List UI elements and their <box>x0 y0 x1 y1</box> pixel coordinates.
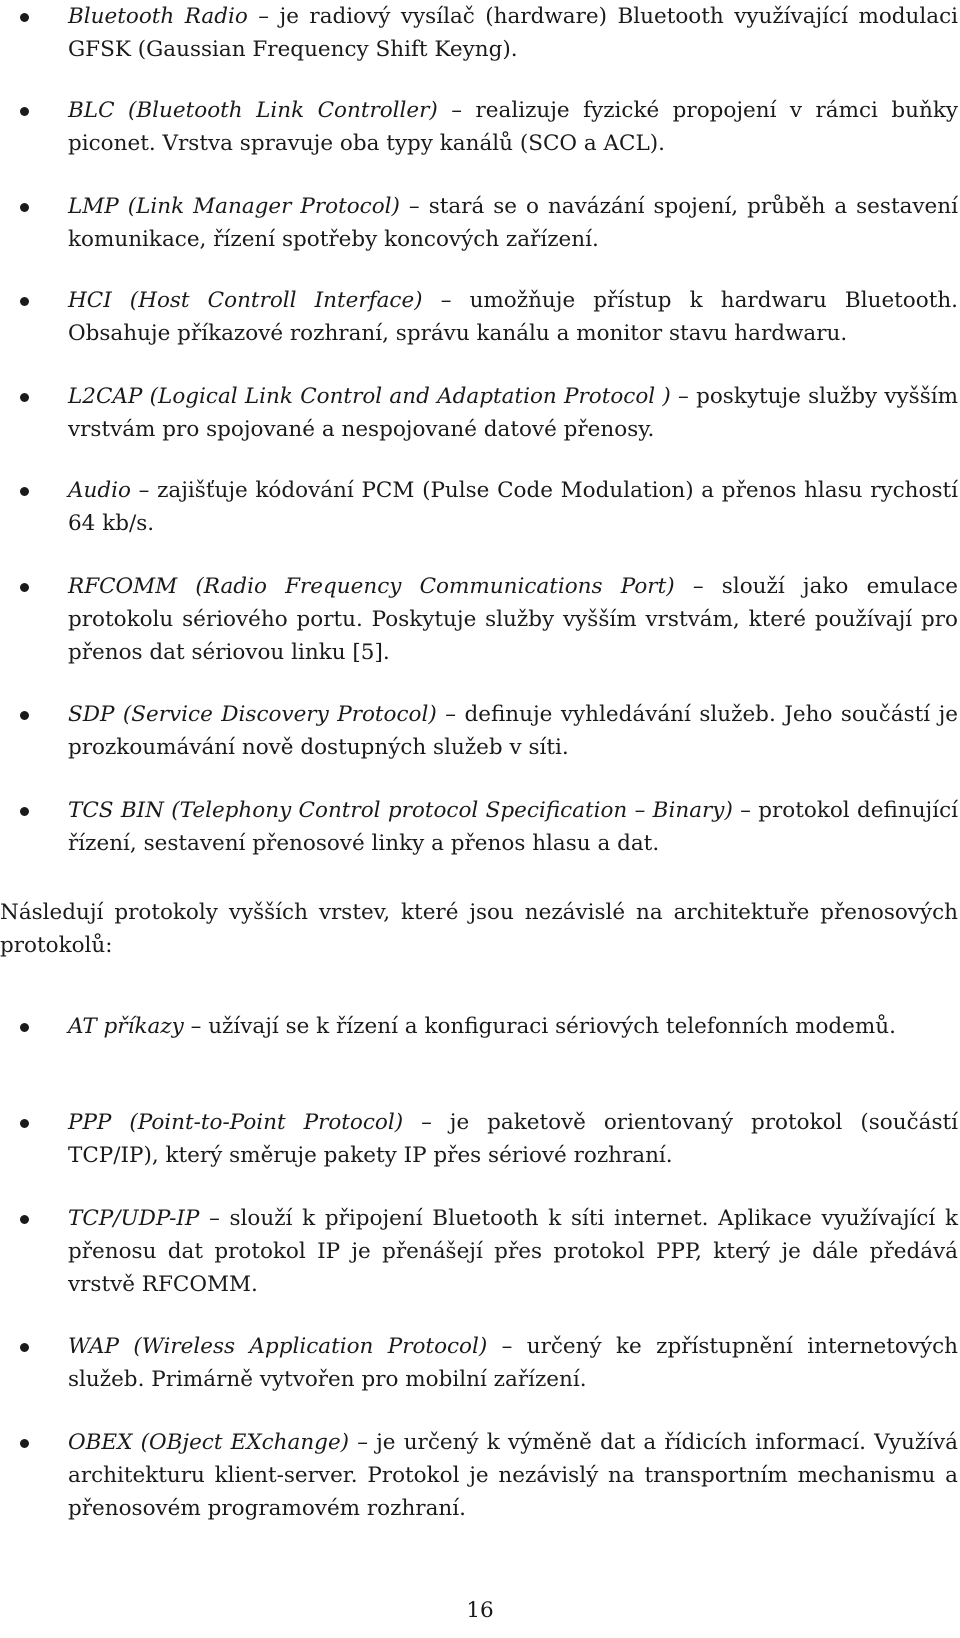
protocol-term: PPP (Point-to-Point Protocol) <box>68 1110 404 1135</box>
dash-separator: – <box>247 4 280 29</box>
protocol-description: zajišťuje kódování PCM (Pulse Code Modul… <box>68 478 959 536</box>
list-item: Bluetooth Radio – je radiový vysílač (ha… <box>0 0 960 66</box>
protocol-term: TCP/UDP-IP <box>68 1206 200 1231</box>
protocol-term: BLC (Bluetooth Link Controller) <box>68 98 438 123</box>
dash-separator: – <box>422 288 470 313</box>
dash-separator: – <box>183 1014 209 1039</box>
dash-separator: – <box>437 98 476 123</box>
dash-separator: – <box>670 384 697 409</box>
protocol-term: L2CAP (Logical Link Control and Adaptati… <box>68 384 671 409</box>
list-item: WAP (Wireless Application Protocol) – ur… <box>0 1330 960 1396</box>
dash-separator: – <box>436 702 465 727</box>
list-item: TCS BIN (Telephony Control protocol Spec… <box>0 794 960 860</box>
list-item: Audio – zajišťuje kódování PCM (Pulse Co… <box>0 474 960 540</box>
list-item: LMP (Link Manager Protocol) – stará se o… <box>0 190 960 256</box>
dash-separator: – <box>674 574 722 599</box>
protocol-term: HCI (Host Controll Interface) <box>68 288 423 313</box>
protocol-term: AT příkazy <box>68 1014 184 1039</box>
dash-separator: – <box>403 1110 450 1135</box>
protocol-term: WAP (Wireless Application Protocol) <box>68 1334 488 1359</box>
document-page: Bluetooth Radio – je radiový vysílač (ha… <box>0 0 960 1638</box>
dash-separator: – <box>399 194 429 219</box>
dash-separator: – <box>732 798 759 823</box>
list-item: HCI (Host Controll Interface) – umožňuje… <box>0 284 960 350</box>
dash-separator: – <box>487 1334 527 1359</box>
dash-separator: – <box>199 1206 230 1231</box>
dash-separator: – <box>349 1430 377 1455</box>
protocol-term: SDP (Service Discovery Protocol) <box>68 702 437 727</box>
list-item: AT příkazy – užívají se k řízení a konfi… <box>0 1010 960 1043</box>
page-number: 16 <box>466 1598 494 1623</box>
list-item: PPP (Point-to-Point Protocol) – je paket… <box>0 1106 960 1172</box>
list-item: RFCOMM (Radio Frequency Communications P… <box>0 570 960 669</box>
list-item: TCP/UDP-IP – slouží k připojení Bluetoot… <box>0 1202 960 1301</box>
list-item: L2CAP (Logical Link Control and Adaptati… <box>0 380 960 446</box>
protocol-term: OBEX (OBject EXchange) <box>68 1430 350 1455</box>
list-item: BLC (Bluetooth Link Controller) – realiz… <box>0 94 960 160</box>
protocol-term: Bluetooth Radio <box>68 4 248 29</box>
protocol-description: užívají se k řízení a konfiguraci sériov… <box>208 1014 896 1039</box>
intro-paragraph: Následují protokoly vyšších vrstev, kter… <box>0 900 958 958</box>
list-item: OBEX (OBject EXchange) – je určený k vým… <box>0 1426 960 1525</box>
protocol-term: RFCOMM (Radio Frequency Communications P… <box>68 574 675 599</box>
dash-separator: – <box>130 478 158 503</box>
protocol-term: Audio <box>68 478 131 503</box>
protocol-term: LMP (Link Manager Protocol) <box>68 194 400 219</box>
protocol-term: TCS BIN (Telephony Control protocol Spec… <box>68 798 733 823</box>
list-item: SDP (Service Discovery Protocol) – defin… <box>0 698 960 764</box>
